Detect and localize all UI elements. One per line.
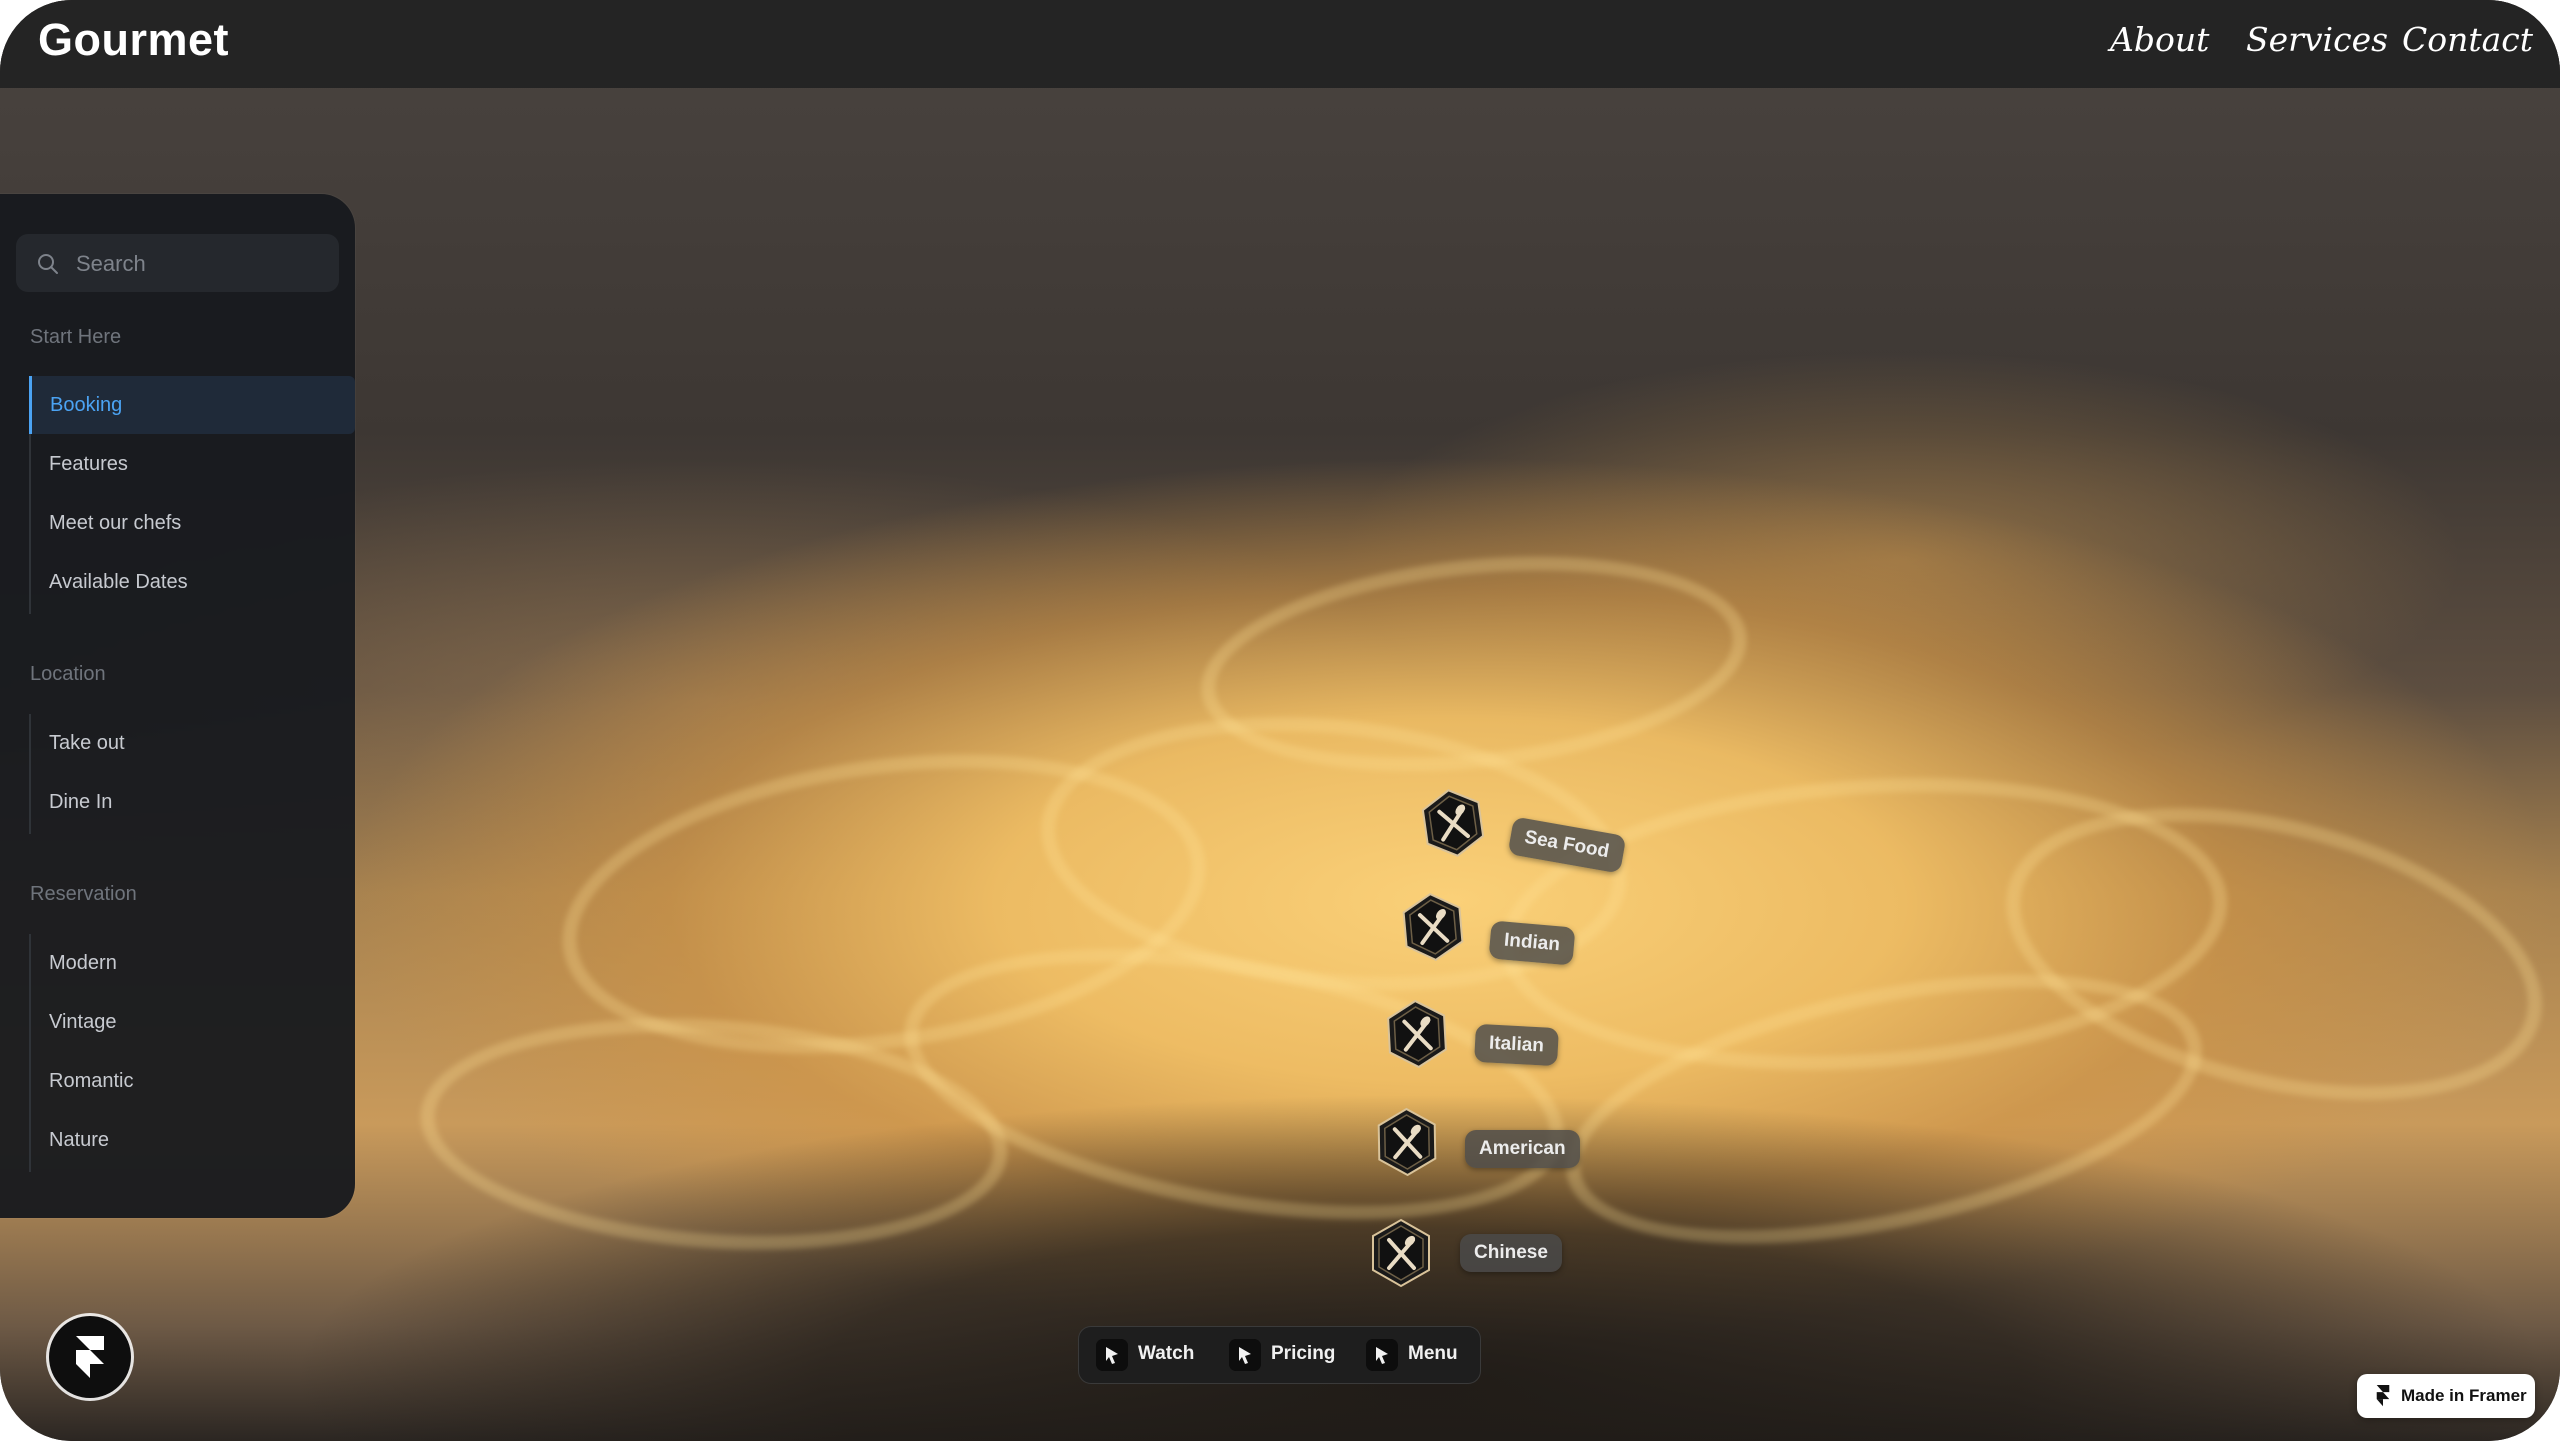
site-logo[interactable]: Gourmet — [38, 14, 229, 66]
cuisine-tag-american[interactable]: American — [1465, 1130, 1580, 1168]
pricing-button[interactable]: Pricing — [1229, 1339, 1339, 1371]
watch-button[interactable]: Watch — [1096, 1339, 1196, 1371]
section-title-start-here: Start Here — [30, 326, 122, 348]
search-box — [16, 234, 339, 294]
cursor-icon — [1366, 1339, 1398, 1371]
menu-label: Menu — [1408, 1343, 1458, 1364]
sidebar-item-vintage[interactable]: Vintage — [29, 993, 355, 1051]
app-frame: Gourmet About Services Contact Start Her… — [0, 0, 2560, 1441]
sidebar-item-take-out[interactable]: Take out — [29, 714, 355, 772]
sidebar-item-romantic[interactable]: Romantic — [29, 1052, 355, 1110]
cursor-icon — [1229, 1339, 1261, 1371]
cuisine-tag-italian[interactable]: Italian — [1474, 1023, 1559, 1067]
fork-spoon-icon[interactable] — [1399, 889, 1467, 964]
sidebar-panel: Start Here Booking Features Meet our che… — [0, 194, 355, 1218]
fork-spoon-icon[interactable] — [1384, 997, 1450, 1070]
cursor-icon — [1096, 1339, 1128, 1371]
fork-spoon-icon[interactable] — [1370, 1218, 1432, 1288]
fork-spoon-icon[interactable] — [1375, 1106, 1438, 1177]
pasta-hero-image — [0, 0, 2560, 1441]
sidebar-item-booking[interactable]: Booking — [29, 376, 355, 434]
sidebar-item-nature[interactable]: Nature — [29, 1111, 355, 1169]
nav-about[interactable]: About — [2110, 20, 2209, 59]
top-navigation-bar: Gourmet About Services Contact — [0, 0, 2560, 88]
made-in-framer-label: Made in Framer — [2401, 1386, 2527, 1405]
fork-spoon-icon[interactable] — [1417, 784, 1488, 862]
framer-logo-button[interactable] — [49, 1316, 131, 1398]
search-icon — [38, 254, 58, 274]
section-title-location: Location — [30, 663, 106, 685]
nav-services[interactable]: Services — [2246, 20, 2388, 59]
made-in-framer-badge[interactable]: Made in Framer — [2357, 1374, 2535, 1418]
search-input[interactable] — [74, 234, 328, 294]
sidebar-item-modern[interactable]: Modern — [29, 934, 355, 992]
menu-button[interactable]: Menu — [1366, 1339, 1466, 1371]
nav-contact[interactable]: Contact — [2402, 20, 2533, 59]
sidebar-item-available-dates[interactable]: Available Dates — [29, 553, 355, 611]
bottom-action-bar: Watch Pricing Menu — [1079, 1327, 1480, 1383]
pricing-label: Pricing — [1271, 1343, 1336, 1364]
sidebar-item-features[interactable]: Features — [29, 435, 355, 493]
sidebar-item-dine-in[interactable]: Dine In — [29, 773, 355, 831]
sidebar-item-meet-our-chefs[interactable]: Meet our chefs — [29, 494, 355, 552]
section-title-reservation: Reservation — [30, 883, 137, 905]
framer-icon — [2376, 1385, 2390, 1407]
framer-icon — [76, 1336, 104, 1378]
watch-label: Watch — [1138, 1343, 1195, 1364]
cuisine-tag-chinese[interactable]: Chinese — [1460, 1234, 1562, 1272]
cuisine-tag-indian[interactable]: Indian — [1488, 920, 1576, 966]
